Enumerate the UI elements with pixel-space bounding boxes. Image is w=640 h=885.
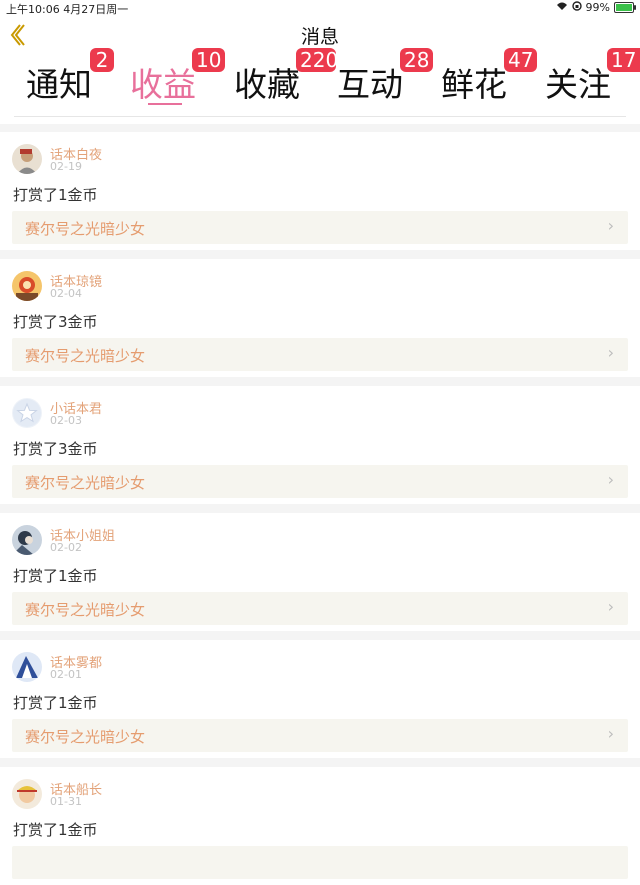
tab-label: 通知 [26,65,92,104]
item-date: 02-19 [50,160,82,173]
avatar[interactable] [12,652,42,682]
work-link[interactable]: 赛尔号之光暗少女 › [12,719,628,752]
action-text: 打赏了1金币 [13,186,98,204]
chevron-right-icon: › [607,216,614,235]
tab-badge: 10 [192,48,226,72]
item-date: 02-04 [50,287,82,300]
chevron-right-icon: › [607,470,614,489]
tab-earnings[interactable]: 收益 [130,58,196,106]
tab-badge: 28 [400,48,434,72]
page-title: 消息 [300,26,339,48]
tab-label: 关注 [545,65,611,104]
nav-header: 消息 通知 2 收益 10 收藏 220 互动 28 鲜花 47 关注 17 [0,16,640,124]
list-item: 话本雾都 02-01 打赏了1金币 赛尔号之光暗少女 › [0,640,640,758]
tab-badge: 17 [607,48,640,72]
orientation-lock-icon [571,1,582,14]
tab-following[interactable]: 关注 [545,58,611,106]
work-title: 赛尔号之光暗少女 [25,601,146,619]
tab-notifications[interactable]: 通知 [26,58,92,106]
wifi-icon [556,1,568,14]
avatar[interactable] [12,398,42,428]
tab-bar: 通知 2 收益 10 收藏 220 互动 28 鲜花 47 关注 17 [0,48,640,112]
avatar[interactable] [12,144,42,174]
tab-favorites[interactable]: 收藏 [234,58,300,106]
item-date: 02-02 [50,541,82,554]
work-link[interactable]: 赛尔号之光暗少女 › [12,592,628,625]
work-title: 赛尔号之光暗少女 [25,474,146,492]
list-item: 话本白夜 02-19 打赏了1金币 赛尔号之光暗少女 › [0,132,640,250]
action-text: 打赏了1金币 [13,821,98,839]
work-link[interactable]: 赛尔号之光暗少女 › [12,338,628,371]
work-title: 赛尔号之光暗少女 [25,728,146,746]
tab-badge: 2 [90,48,114,72]
active-tab-indicator [148,103,182,105]
avatar[interactable] [12,271,42,301]
item-date: 02-03 [50,414,82,427]
work-link[interactable]: 赛尔号之光暗少女 › [12,465,628,498]
tab-flowers[interactable]: 鲜花 [441,58,507,106]
item-date: 02-01 [50,668,82,681]
action-text: 打赏了1金币 [13,694,98,712]
divider [14,116,626,117]
tab-badge: 47 [504,48,538,72]
status-right: 99% [556,1,636,14]
avatar[interactable] [12,525,42,555]
tab-badge: 220 [296,48,336,72]
tab-label: 收藏 [234,65,300,104]
list-item: 话本船长 01-31 打赏了1金币 [0,767,640,885]
action-text: 打赏了3金币 [13,313,98,331]
action-text: 打赏了3金币 [13,440,98,458]
avatar[interactable] [12,779,42,809]
work-title: 赛尔号之光暗少女 [25,220,146,238]
action-text: 打赏了1金币 [13,567,98,585]
chevron-right-icon: › [607,597,614,616]
tab-label: 互动 [337,65,403,104]
status-bar: 上午10:06 4月27日周一 99% [0,0,640,16]
tab-interactions[interactable]: 互动 [337,58,403,106]
battery-icon [614,2,636,13]
battery-percent: 99% [585,1,610,14]
work-title: 赛尔号之光暗少女 [25,347,146,365]
chevron-right-icon: › [607,724,614,743]
tab-label: 鲜花 [441,65,507,104]
status-time: 上午10:06 4月27日周一 [6,3,129,16]
work-link[interactable] [12,846,628,879]
tab-label: 收益 [130,65,196,104]
list-item: 小话本君 02-03 打赏了3金币 赛尔号之光暗少女 › [0,386,640,504]
item-date: 01-31 [50,795,82,808]
chevron-right-icon: › [607,343,614,362]
list-item: 话本小姐姐 02-02 打赏了1金币 赛尔号之光暗少女 › [0,513,640,631]
list-item: 话本琼镜 02-04 打赏了3金币 赛尔号之光暗少女 › [0,259,640,377]
work-link[interactable]: 赛尔号之光暗少女 › [12,211,628,244]
